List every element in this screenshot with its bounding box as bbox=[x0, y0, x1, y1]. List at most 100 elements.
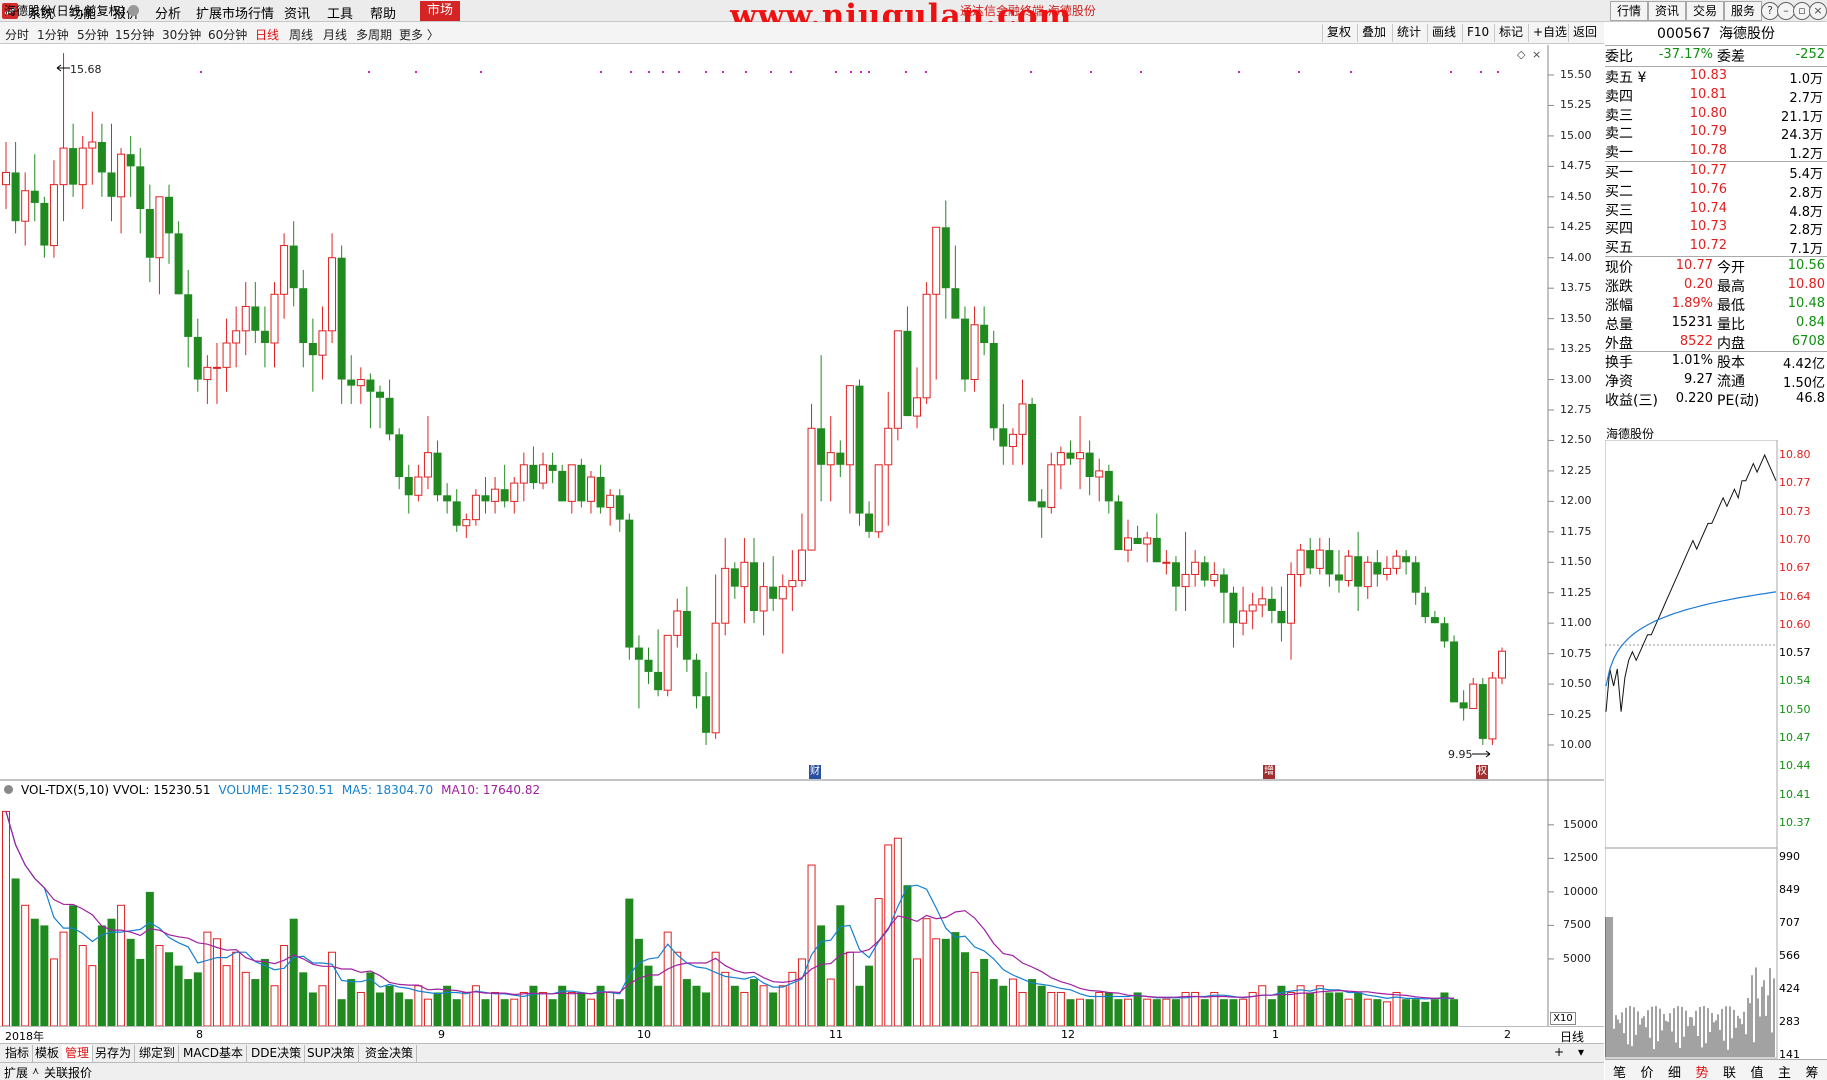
ask-volume: 1.0万 bbox=[1789, 72, 1823, 87]
stat-label: 外盘 bbox=[1605, 335, 1633, 352]
bid-row[interactable]: 买二 10.76 2.8万 bbox=[1605, 181, 1827, 201]
collapse-icon[interactable]: ▾ bbox=[1578, 1045, 1584, 1059]
tab-fund[interactable]: 资金决策 bbox=[362, 1045, 418, 1062]
tab-news[interactable]: 资讯 bbox=[1648, 1, 1687, 21]
bid-row[interactable]: 买三 10.74 4.8万 bbox=[1605, 200, 1827, 220]
tab-service[interactable]: 服务 bbox=[1724, 1, 1763, 21]
candle bbox=[452, 489, 461, 532]
status-extend[interactable]: 扩展 bbox=[4, 1064, 28, 1080]
mini-price-label: 10.60 bbox=[1779, 617, 1811, 631]
volume-bar bbox=[222, 965, 231, 1026]
stock-header[interactable]: 000567 海德股份 bbox=[1605, 22, 1827, 46]
mini-tab-3[interactable]: 势 bbox=[1696, 1062, 1709, 1080]
ask-price: 10.79 bbox=[1689, 124, 1727, 140]
kline-chart[interactable] bbox=[0, 0, 1604, 1026]
ask-label: 卖一 bbox=[1605, 145, 1633, 162]
mini-tab-5[interactable]: 值 bbox=[1751, 1062, 1764, 1080]
candle bbox=[970, 306, 979, 392]
date-tick: 2018年 bbox=[5, 1030, 44, 1043]
ask-row[interactable]: 卖二 10.79 24.3万 bbox=[1605, 123, 1827, 143]
volume-bar bbox=[1363, 998, 1372, 1026]
volume-bar bbox=[184, 979, 193, 1026]
tab-macd[interactable]: MACD基本 bbox=[180, 1045, 247, 1062]
date-tick: 8 bbox=[196, 1028, 203, 1041]
add-indicator-icon[interactable]: + bbox=[1554, 1045, 1564, 1059]
candle bbox=[212, 343, 221, 404]
volume-bar bbox=[241, 971, 250, 1026]
tab-dde[interactable]: DDE决策 bbox=[248, 1045, 306, 1062]
candle bbox=[1478, 678, 1487, 745]
mini-vol-label: 990 bbox=[1779, 850, 1800, 863]
ask-row[interactable]: 卖四 10.81 2.7万 bbox=[1605, 86, 1827, 106]
candle bbox=[462, 513, 471, 538]
candle bbox=[1469, 678, 1478, 709]
candle bbox=[117, 148, 126, 234]
tab-trade[interactable]: 交易 bbox=[1686, 1, 1725, 21]
mini-tab-4[interactable]: 联 bbox=[1723, 1062, 1736, 1080]
tab-sup[interactable]: SUP决策 bbox=[304, 1045, 359, 1062]
tab-bind-to[interactable]: 绑定到 bbox=[136, 1045, 180, 1062]
tab-save-as[interactable]: 另存为 bbox=[92, 1045, 136, 1062]
volume-bar bbox=[1066, 999, 1075, 1026]
mini-tab-0[interactable]: 笔 bbox=[1613, 1062, 1626, 1080]
ask-row[interactable]: 卖五 ¥ 10.83 1.0万 bbox=[1605, 67, 1827, 87]
candle bbox=[788, 550, 797, 611]
tab-template[interactable]: 模板 bbox=[32, 1045, 64, 1062]
price-tick-label: 10.50 bbox=[1560, 677, 1592, 691]
bid-row[interactable]: 买一 10.77 5.4万 bbox=[1605, 162, 1827, 182]
stock-code: 000567 bbox=[1657, 26, 1711, 42]
mini-tab-7[interactable]: 筹 bbox=[1806, 1062, 1819, 1080]
event-dot bbox=[1140, 71, 1142, 73]
increase-marker[interactable]: 增 bbox=[1263, 765, 1275, 779]
mini-vol-label: 283 bbox=[1779, 1015, 1800, 1028]
volume-bar bbox=[251, 979, 260, 1026]
volume-bar bbox=[759, 985, 768, 1026]
chevron-up-icon[interactable]: ⋏ bbox=[32, 1066, 39, 1077]
close-icon[interactable]: × bbox=[1809, 2, 1827, 20]
candle bbox=[232, 306, 241, 368]
volume-bar bbox=[452, 999, 461, 1026]
date-tick: 10 bbox=[637, 1028, 651, 1041]
candle bbox=[49, 160, 58, 258]
candle bbox=[443, 483, 452, 514]
mini-tab-6[interactable]: 主 bbox=[1778, 1062, 1791, 1080]
stat-value: 8522 bbox=[1679, 333, 1713, 349]
zoom-x10-button[interactable]: X10 bbox=[1550, 1012, 1576, 1025]
tab-manage[interactable]: 管理 bbox=[62, 1045, 94, 1062]
candle bbox=[989, 330, 998, 441]
candle bbox=[97, 123, 106, 197]
indicator-dot-icon[interactable] bbox=[4, 785, 13, 794]
tab-indicator[interactable]: 指标 bbox=[2, 1045, 34, 1062]
mini-tab-1[interactable]: 价 bbox=[1641, 1062, 1654, 1080]
candle bbox=[1200, 556, 1209, 587]
bid-row[interactable]: 买四 10.73 2.8万 bbox=[1605, 218, 1827, 238]
finance-marker[interactable]: 财 bbox=[809, 765, 821, 779]
volume-bar bbox=[165, 952, 174, 1026]
candle bbox=[1114, 495, 1123, 551]
close-panel-icon[interactable]: × bbox=[1532, 48, 1541, 61]
vol-title[interactable]: VOL-TDX(5,10) bbox=[21, 783, 109, 797]
volume-bar bbox=[126, 938, 135, 1026]
diamond-icon[interactable]: ◇ bbox=[1517, 48, 1525, 61]
ask-row[interactable]: 卖一 10.78 1.2万 bbox=[1605, 142, 1827, 162]
stat-label: 最高 bbox=[1717, 278, 1745, 295]
rights-marker[interactable]: 权 bbox=[1476, 765, 1488, 779]
status-related-quote[interactable]: 关联报价 bbox=[44, 1064, 92, 1080]
stat-value: 6708 bbox=[1791, 333, 1825, 349]
price-tick-label: 12.75 bbox=[1560, 403, 1592, 416]
volume-bar bbox=[932, 938, 941, 1026]
tab-market[interactable]: 行情 bbox=[1610, 1, 1649, 21]
mini-tab-2[interactable]: 细 bbox=[1668, 1062, 1681, 1080]
candle bbox=[155, 196, 164, 295]
ask-volume: 2.7万 bbox=[1789, 90, 1823, 106]
mini-tab-bar: 笔价细势联值主筹 bbox=[1605, 1059, 1827, 1080]
date-tick: 12 bbox=[1061, 1028, 1075, 1041]
candle bbox=[1248, 592, 1257, 630]
bid-row[interactable]: 买五 10.72 7.1万 bbox=[1605, 237, 1827, 257]
ask-row[interactable]: 卖三 10.80 21.1万 bbox=[1605, 105, 1827, 125]
stats-row: 换手 1.01% 股本 4.42亿 bbox=[1605, 352, 1827, 372]
volume-bar bbox=[433, 992, 442, 1026]
chevron-down-icon[interactable] bbox=[128, 5, 140, 16]
chart-title[interactable]: 海德股份(日线,前复权) bbox=[4, 2, 140, 19]
volume-bar bbox=[730, 985, 739, 1026]
